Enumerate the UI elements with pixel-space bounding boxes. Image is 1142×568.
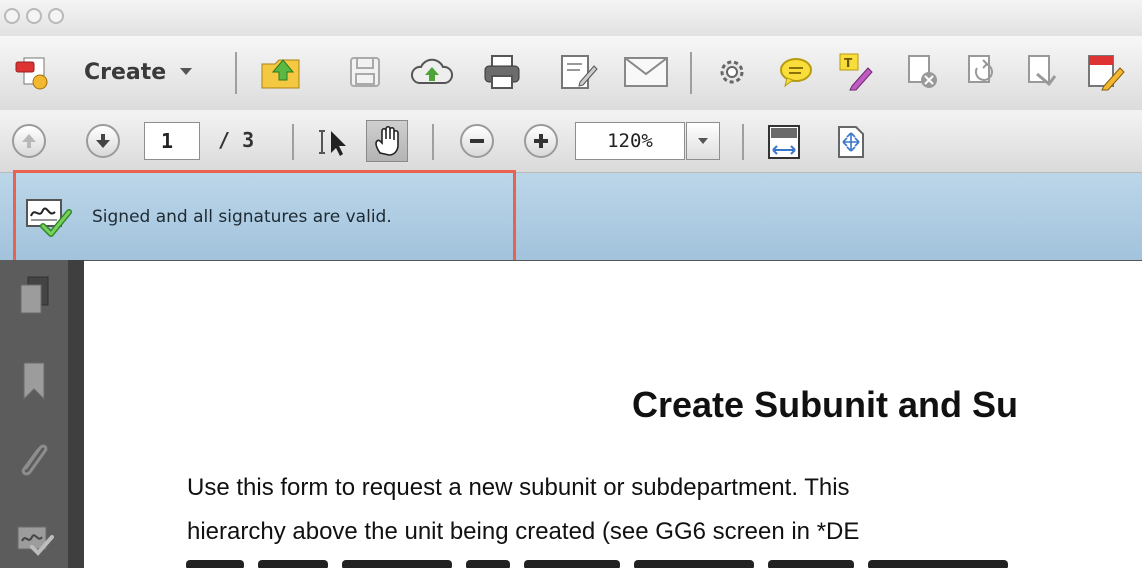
zoom-in-button[interactable] — [524, 124, 558, 158]
toolbar-divider — [432, 124, 434, 160]
minimize-window-button[interactable] — [26, 8, 42, 24]
close-window-button[interactable] — [4, 8, 20, 24]
arrow-down-icon — [96, 134, 110, 148]
minus-icon — [470, 139, 484, 143]
settings-gear-icon[interactable] — [712, 52, 752, 92]
document-body-line-partial — [186, 560, 1142, 568]
comment-icon[interactable] — [776, 52, 816, 92]
document-body-line: Use this form to request a new subunit o… — [187, 474, 850, 501]
replace-page-icon[interactable] — [962, 52, 1002, 92]
open-folder-icon[interactable] — [258, 50, 304, 94]
zoom-dropdown-button[interactable] — [686, 122, 720, 160]
document-body-line: hierarchy above the unit being created (… — [187, 518, 860, 545]
plus-icon — [534, 134, 548, 148]
print-icon[interactable] — [480, 50, 524, 94]
page-total-label: / 3 — [218, 128, 255, 152]
toolbar-divider — [742, 124, 744, 160]
delete-page-icon[interactable] — [902, 52, 942, 92]
title-bar — [0, 0, 1142, 36]
toolbar-divider — [292, 124, 294, 160]
document-title: Create Subunit and Su — [632, 384, 1019, 425]
next-page-button[interactable] — [86, 124, 120, 158]
signature-panel-icon[interactable] — [14, 520, 56, 560]
create-button-label[interactable]: Create — [84, 60, 166, 85]
hand-tool-icon[interactable] — [366, 120, 408, 162]
app-window: Create T 1 / 3 120% Signed and all signa… — [0, 0, 1142, 568]
select-tool-icon[interactable] — [314, 124, 354, 160]
save-icon[interactable] — [345, 52, 385, 92]
attachment-icon[interactable] — [14, 436, 54, 484]
highlight-icon[interactable]: T — [836, 50, 876, 94]
fit-page-icon[interactable] — [832, 122, 870, 162]
toolbar-divider — [690, 52, 692, 94]
email-icon[interactable] — [622, 52, 670, 92]
arrow-up-icon — [22, 134, 36, 148]
sign-icon[interactable] — [1084, 50, 1128, 94]
fit-width-icon[interactable] — [764, 122, 804, 162]
chevron-down-icon — [698, 138, 708, 144]
create-dropdown-chevron-icon[interactable] — [176, 62, 196, 82]
edit-document-icon[interactable] — [556, 50, 600, 94]
svg-text:T: T — [844, 56, 853, 70]
zoom-out-button[interactable] — [460, 124, 494, 158]
page-number-input[interactable]: 1 — [144, 122, 200, 160]
bookmark-icon[interactable] — [18, 358, 50, 404]
zoom-window-button[interactable] — [48, 8, 64, 24]
previous-page-button[interactable] — [12, 124, 46, 158]
extract-page-icon[interactable] — [1022, 52, 1062, 92]
zoom-level-input[interactable]: 120% — [575, 122, 685, 160]
toolbar-divider — [235, 52, 237, 94]
navigation-pane-edge — [68, 260, 84, 568]
upload-cloud-icon[interactable] — [410, 52, 454, 92]
pages-icon[interactable] — [16, 272, 52, 318]
create-pdf-icon[interactable] — [12, 52, 52, 92]
